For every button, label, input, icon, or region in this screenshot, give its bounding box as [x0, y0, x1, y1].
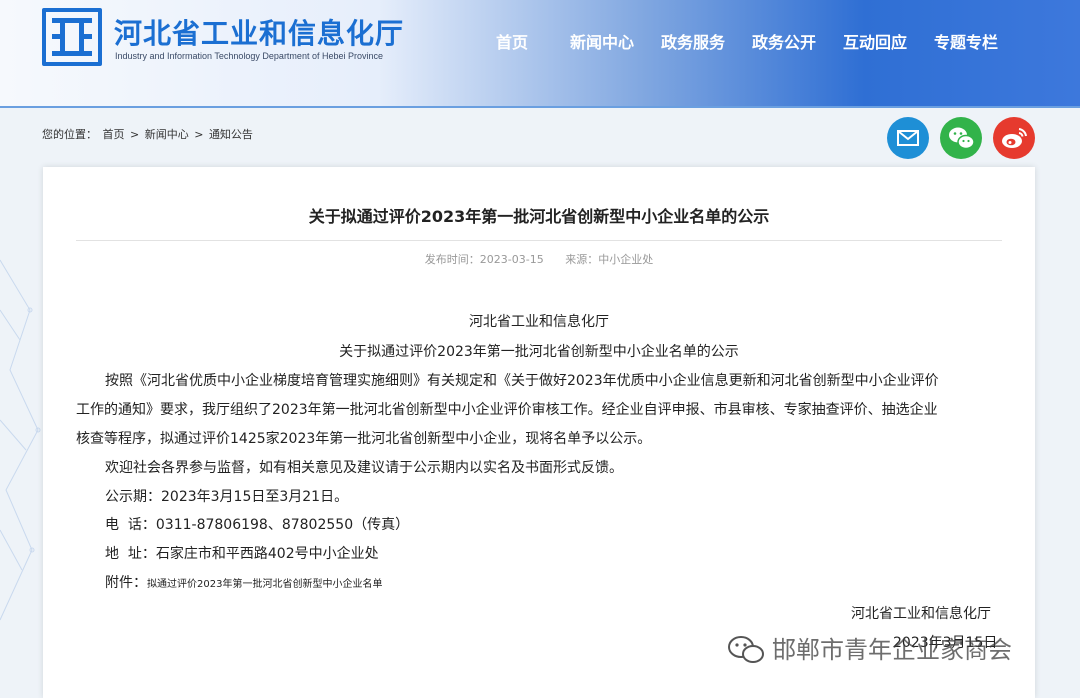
wechat-icon[interactable] [940, 117, 982, 159]
breadcrumb-separator: > [194, 128, 204, 141]
nav-news-center[interactable]: 新闻中心 [570, 29, 634, 53]
title-divider [76, 240, 1002, 241]
paragraph-1-line-1: 按照《河北省优质中小企业梯度培育管理实施细则》有关规定和《关于做好2023年优质… [105, 373, 939, 389]
source-value: 中小企业处 [598, 253, 654, 266]
source-info: 来源：中小企业处 [565, 253, 653, 266]
article-title: 关于拟通过评价2023年第一批河北省创新型中小企业名单的公示 [308, 207, 770, 226]
nav-special-topics[interactable]: 专题专栏 [934, 29, 998, 53]
breadcrumb-home[interactable]: 首页 [103, 128, 125, 141]
nav-interaction[interactable]: 互动回应 [843, 29, 907, 53]
background-decoration [0, 259, 41, 621]
breadcrumb-news[interactable]: 新闻中心 [145, 128, 189, 141]
publicity-period: 公示期：2023年3月15日至3月21日。 [105, 489, 349, 505]
paragraph-1-line-2: 工作的通知》要求，我厅组织了2023年第一批河北省创新型中小企业评价审核工作。经… [76, 402, 938, 418]
issuer-line: 河北省工业和信息化厅 [469, 314, 609, 330]
nav-government-services[interactable]: 政务服务 [661, 29, 725, 53]
attachment-row: 附件：拟通过评价2023年第一批河北省创新型中小企业名单 [105, 572, 382, 592]
breadcrumb: 您的位置： 首页 > 新闻中心 > 通知公告 [42, 126, 255, 142]
attachment-link[interactable]: 拟通过评价2023年第一批河北省创新型中小企业名单 [147, 579, 382, 590]
publish-date: 2023-03-15 [479, 253, 544, 266]
breadcrumb-separator: > [130, 128, 140, 141]
watermark-text: 邯郸市青年企业家商会 [772, 636, 1012, 664]
attachment-label: 附件： [105, 575, 147, 591]
weibo-icon[interactable] [993, 117, 1035, 159]
mail-icon[interactable] [887, 117, 929, 159]
main-nav: 首页 新闻中心 政务服务 政务公开 互动回应 专题专栏 [0, 29, 1080, 53]
breadcrumb-prefix: 您的位置： [42, 128, 97, 141]
breadcrumb-notice[interactable]: 通知公告 [209, 128, 253, 141]
publish-label: 发布时间： [424, 253, 480, 266]
article-meta: 发布时间：2023-03-15 来源：中小企业处 [43, 251, 1035, 267]
notice-heading: 关于拟通过评价2023年第一批河北省创新型中小企业名单的公示 [339, 344, 739, 360]
site-header: 河北省工业和信息化厅 Industry and Information Tech… [0, 0, 1080, 108]
publish-info: 发布时间：2023-03-15 [425, 253, 544, 266]
source-label: 来源： [565, 253, 599, 266]
paragraph-1-line-3: 核查等程序，拟通过评价1425家2023年第一批河北省创新型中小企业，现将名单予… [76, 431, 652, 447]
signature-org: 河北省工业和信息化厅 [851, 606, 991, 622]
nav-government-affairs[interactable]: 政务公开 [752, 29, 816, 53]
nav-home[interactable]: 首页 [496, 29, 528, 53]
article-panel: 关于拟通过评价2023年第一批河北省创新型中小企业名单的公示 发布时间：2023… [43, 167, 1035, 698]
wechat-official-icon [728, 636, 764, 663]
paragraph-2: 欢迎社会各界参与监督，如有相关意见及建议请于公示期内以实名及书面形式反馈。 [105, 460, 623, 476]
contact-address: 地 址：石家庄市和平西路402号中小企业处 [105, 546, 379, 562]
contact-phone: 电 话：0311-87806198、87802550（传真） [105, 517, 410, 533]
